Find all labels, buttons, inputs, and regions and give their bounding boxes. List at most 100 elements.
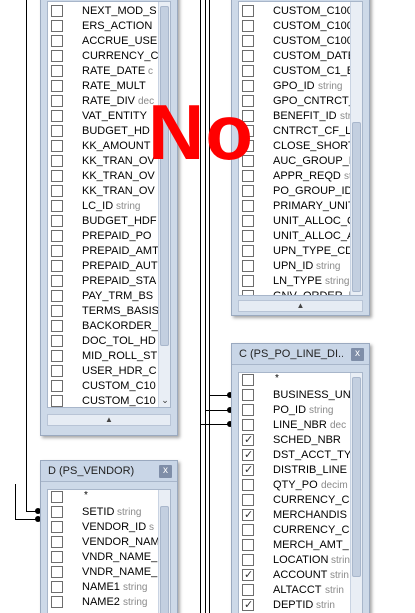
table-d-window[interactable]: D (PS_VENDOR) x * SETID string VENDOR_ID s VE… (40, 460, 178, 613)
field-checkbox[interactable] (51, 80, 63, 92)
field-checkbox[interactable] (242, 584, 254, 596)
field-checkbox[interactable] (51, 305, 63, 317)
field-row[interactable]: LOCATION strin (239, 553, 362, 568)
field-row[interactable]: MERCH_AMT_ (239, 538, 362, 553)
field-row[interactable]: LC_ID string (48, 199, 170, 214)
field-checkbox[interactable] (51, 95, 63, 107)
field-checkbox[interactable] (51, 365, 63, 377)
table-a-resize-bar[interactable]: ▲ (47, 414, 171, 426)
field-row[interactable]: PREPAID_AMT (48, 244, 170, 259)
field-row[interactable]: UNIT_ALLOC_QT (239, 214, 362, 229)
field-checkbox[interactable] (51, 125, 63, 137)
field-row[interactable]: QTY_PO decim (239, 478, 362, 493)
table-a-window[interactable]: NEXT_MOD_S ERS_ACTION ACCRUE_USE CURRENCY_C… (40, 0, 178, 436)
table-b-resize-bar[interactable]: ▲ (238, 300, 363, 312)
field-row[interactable]: VENDOR_NAM (48, 535, 170, 550)
field-row[interactable]: CURRENCY_C (48, 49, 170, 64)
field-checkbox[interactable] (51, 290, 63, 302)
field-checkbox[interactable] (242, 463, 254, 476)
field-row[interactable]: MID_ROLL_ST (48, 349, 170, 364)
field-checkbox[interactable] (242, 598, 254, 611)
field-checkbox[interactable] (242, 50, 254, 62)
table-d-header[interactable]: D (PS_VENDOR) x (41, 461, 177, 482)
field-checkbox[interactable] (51, 536, 63, 548)
field-checkbox[interactable] (242, 479, 254, 491)
field-checkbox[interactable] (242, 290, 254, 295)
field-row[interactable]: BUDGET_HDF (48, 214, 170, 229)
field-row[interactable]: GPO_CNTRCT_N (239, 94, 362, 109)
table-a-scroll-thumb[interactable] (160, 6, 169, 346)
field-checkbox[interactable] (51, 506, 63, 518)
field-checkbox[interactable] (51, 5, 63, 17)
field-checkbox[interactable] (51, 350, 63, 362)
field-checkbox[interactable] (51, 215, 63, 227)
field-checkbox[interactable] (51, 200, 63, 212)
field-row[interactable]: APPR_REQDstring (239, 169, 362, 184)
field-checkbox[interactable] (51, 521, 63, 533)
table-d-scroll-thumb[interactable] (160, 506, 169, 613)
field-row[interactable]: USER_HDR_C (48, 364, 170, 379)
field-row[interactable]: CNTRCT_CF_LOC (239, 124, 362, 139)
field-checkbox[interactable] (242, 494, 254, 506)
field-row[interactable]: PREPAID_PO (48, 229, 170, 244)
field-checkbox[interactable] (242, 389, 254, 401)
field-checkbox[interactable] (242, 20, 254, 32)
field-checkbox[interactable] (242, 374, 254, 386)
field-checkbox[interactable] (242, 508, 254, 521)
field-checkbox[interactable] (51, 20, 63, 32)
field-checkbox[interactable] (51, 581, 63, 593)
field-row[interactable]: GPO_ID string (239, 79, 362, 94)
field-checkbox[interactable] (51, 35, 63, 47)
field-row[interactable]: BACKORDER_ (48, 319, 170, 334)
field-checkbox[interactable] (242, 215, 254, 227)
table-b-scroll-thumb[interactable] (352, 122, 361, 292)
field-checkbox[interactable] (51, 551, 63, 563)
table-b-scrollbar[interactable] (350, 2, 362, 295)
field-row[interactable]: ERS_ACTION (48, 19, 170, 34)
field-checkbox[interactable] (51, 140, 63, 152)
field-checkbox[interactable] (51, 491, 63, 503)
field-row[interactable]: PO_GROUP_IDstring (239, 184, 362, 199)
field-row[interactable]: CUSTOM_C100_E (239, 19, 362, 34)
table-c-window[interactable]: C (PS_PO_LINE_DI... x * BUSINESS_UN PO_ID s… (231, 343, 370, 613)
field-checkbox[interactable] (242, 245, 254, 257)
field-row[interactable]: PREPAID_STA (48, 274, 170, 289)
field-row[interactable]: RATE_DATE c (48, 64, 170, 79)
field-row[interactable]: NEXT_MOD_S (48, 4, 170, 19)
field-checkbox[interactable] (51, 275, 63, 287)
field-checkbox[interactable] (51, 110, 63, 122)
field-row[interactable]: GNV_ORDER_LIN (239, 289, 362, 295)
field-checkbox[interactable] (242, 539, 254, 551)
field-checkbox[interactable] (51, 596, 63, 608)
field-row[interactable]: PAY_TRM_BS (48, 289, 170, 304)
field-checkbox[interactable] (242, 433, 254, 446)
field-row[interactable]: PO_ID string (239, 403, 362, 418)
close-icon[interactable]: x (159, 465, 172, 478)
field-row[interactable]: MERCHANDIS (239, 508, 362, 523)
field-row[interactable]: * (239, 373, 362, 388)
chevron-up-icon[interactable]: ▲ (297, 301, 305, 310)
field-row[interactable]: DOC_TOL_HD (48, 334, 170, 349)
field-row[interactable]: CUSTOM_C1_Bs (239, 64, 362, 79)
field-checkbox[interactable] (51, 230, 63, 242)
field-checkbox[interactable] (242, 275, 254, 287)
field-checkbox[interactable] (242, 419, 254, 431)
field-row[interactable]: CUSTOM_DATE_ (239, 49, 362, 64)
close-icon[interactable]: x (351, 348, 364, 361)
field-checkbox[interactable] (51, 65, 63, 77)
field-row[interactable]: ACCRUE_USE (48, 34, 170, 49)
field-row[interactable]: NAME2 string (48, 595, 170, 610)
field-row[interactable]: CUSTOM_C100_E (239, 34, 362, 49)
field-checkbox[interactable] (51, 155, 63, 167)
field-row[interactable]: CUSTOM_C10 (48, 394, 170, 407)
field-row[interactable]: UPN_TYPE_CDstr (239, 244, 362, 259)
field-row[interactable]: PRIMARY_UNITs (239, 199, 362, 214)
field-row[interactable]: LINE_NBR dec (239, 418, 362, 433)
field-row[interactable]: VNDR_NAME_ (48, 565, 170, 580)
field-row[interactable]: AUC_GROUP_ID (239, 154, 362, 169)
field-checkbox[interactable] (51, 260, 63, 272)
field-row[interactable]: BENEFIT_IDstring (239, 109, 362, 124)
field-row[interactable]: PREPAID_AUT (48, 259, 170, 274)
field-row[interactable]: BUSINESS_UN (239, 388, 362, 403)
field-checkbox[interactable] (51, 245, 63, 257)
